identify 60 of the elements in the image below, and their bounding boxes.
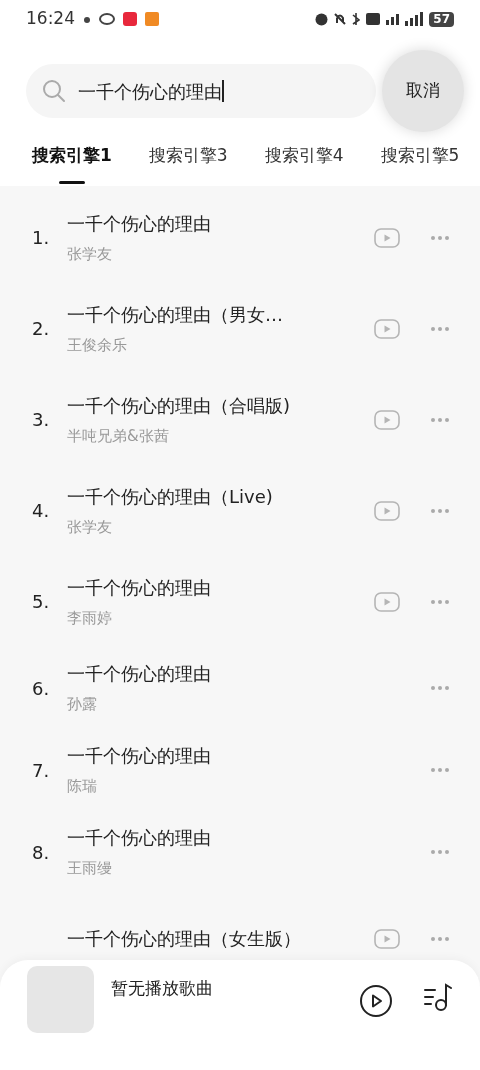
song-artist: 陈瑞 <box>67 776 98 798</box>
song-number: 4. <box>32 500 50 521</box>
song-title[interactable]: 一千个伤心的理由 <box>67 824 430 852</box>
video-icon[interactable] <box>374 318 400 339</box>
song-artist: 张学友 <box>67 243 113 265</box>
loop-icon <box>99 13 115 25</box>
song-artist: 李雨婷 <box>67 607 113 629</box>
play-icon[interactable] <box>359 984 393 1018</box>
more-icon[interactable] <box>430 685 450 691</box>
playlist-icon[interactable] <box>423 982 453 1012</box>
app-icon <box>145 12 159 26</box>
song-title[interactable]: 一千个伤心的理由 <box>67 660 430 688</box>
video-icon[interactable] <box>374 928 400 949</box>
more-icon[interactable] <box>430 767 450 773</box>
more-icon[interactable] <box>430 935 450 942</box>
song-title[interactable]: 一千个伤心的理由（合唱版) <box>67 391 374 419</box>
mute-icon <box>334 13 347 25</box>
song-artist: 王雨缦 <box>67 858 113 880</box>
signal-icon <box>386 13 400 25</box>
now-playing-text: 暂无播放歌曲 <box>111 977 214 1000</box>
song-artist: 张学友 <box>67 516 113 538</box>
song-artist: 孙露 <box>67 694 98 716</box>
video-icon[interactable] <box>374 409 400 430</box>
search-tab[interactable]: 搜索引擎5 <box>380 136 460 184</box>
song-number: 2. <box>32 318 50 339</box>
cancel-button[interactable]: 取消 <box>382 50 464 132</box>
app-icon <box>123 12 137 26</box>
search-field[interactable]: 一千个伤心的理由 <box>26 64 376 118</box>
song-artist: 半吨兄弟&张茜 <box>67 425 170 447</box>
song-number: 8. <box>32 841 50 863</box>
search-tab[interactable]: 搜索引擎4 <box>264 136 344 184</box>
search-icon <box>42 79 66 103</box>
search-tab[interactable]: 搜索引擎3 <box>148 136 228 184</box>
more-icon[interactable] <box>430 598 450 605</box>
song-artist: 王俊余乐 <box>67 334 128 356</box>
more-icon[interactable] <box>430 416 450 423</box>
song-number: 5. <box>32 591 50 612</box>
video-icon[interactable] <box>374 500 400 521</box>
song-number: 1. <box>32 227 50 248</box>
song-title[interactable]: 一千个伤心的理由 <box>67 742 430 770</box>
song-title[interactable]: 一千个伤心的理由（Live) <box>67 482 374 510</box>
bluetooth-icon <box>352 12 361 26</box>
album-cover-placeholder <box>27 966 94 1033</box>
battery-level: 57 <box>429 11 454 27</box>
signal-icon <box>405 12 424 26</box>
song-title[interactable]: 一千个伤心的理由 <box>67 209 374 237</box>
video-icon[interactable] <box>374 227 400 248</box>
song-number: 7. <box>32 759 50 781</box>
song-title[interactable]: 一千个伤心的理由（女生版） <box>67 925 374 952</box>
more-icon[interactable] <box>430 234 450 241</box>
video-icon[interactable] <box>374 591 400 612</box>
search-tab[interactable]: 搜索引擎1 <box>32 136 112 184</box>
song-number: 6. <box>32 677 50 699</box>
more-icon[interactable] <box>430 325 450 332</box>
song-number: 3. <box>32 409 50 430</box>
status-time: 16:24 <box>26 7 75 31</box>
more-icon[interactable] <box>430 849 450 855</box>
more-icon[interactable] <box>430 507 450 514</box>
song-title[interactable]: 一千个伤心的理由（男女… <box>67 300 374 328</box>
song-title[interactable]: 一千个伤心的理由 <box>67 573 374 601</box>
